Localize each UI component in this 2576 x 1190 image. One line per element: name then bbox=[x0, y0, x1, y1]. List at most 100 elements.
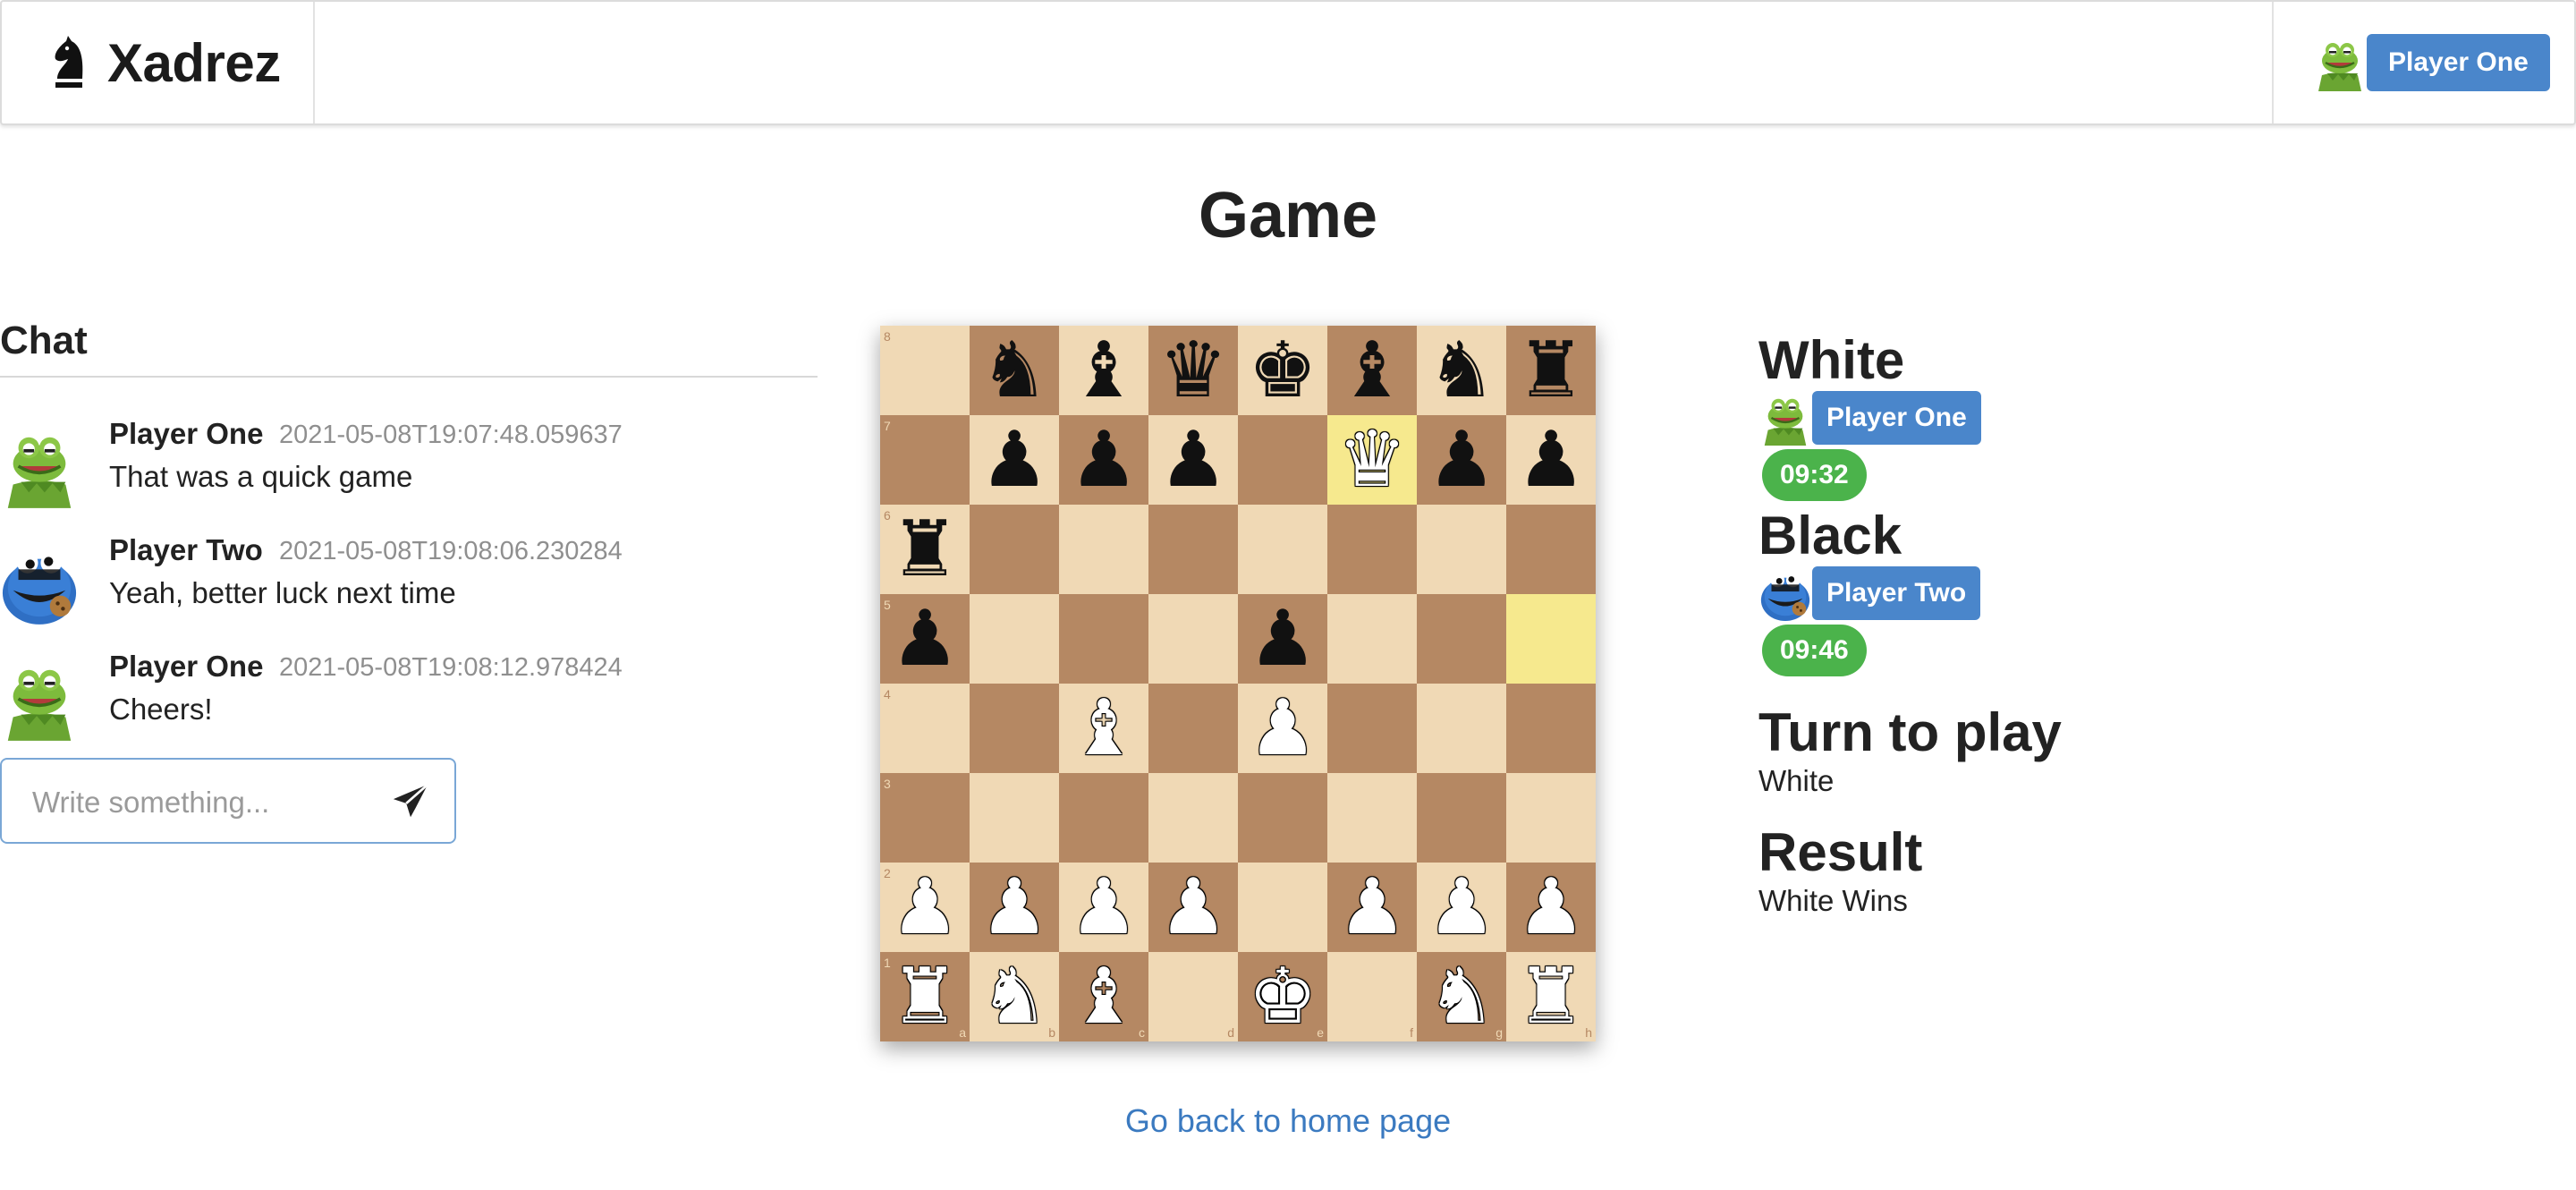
square-b4[interactable] bbox=[970, 684, 1059, 773]
black-pawn-icon[interactable]: ♟ bbox=[1158, 421, 1227, 498]
white-rook-icon[interactable]: ♜ bbox=[1516, 958, 1585, 1035]
square-g8[interactable]: ♞ bbox=[1417, 326, 1506, 415]
square-d5[interactable] bbox=[1148, 594, 1238, 684]
black-king-icon[interactable]: ♚ bbox=[1248, 332, 1317, 409]
white-pawn-icon[interactable]: ♟ bbox=[979, 869, 1048, 946]
square-c6[interactable] bbox=[1059, 505, 1148, 594]
square-e7[interactable] bbox=[1238, 415, 1327, 505]
white-knight-icon[interactable]: ♞ bbox=[979, 958, 1048, 1035]
black-bishop-icon[interactable]: ♝ bbox=[1337, 332, 1406, 409]
white-knight-icon[interactable]: ♞ bbox=[1427, 958, 1496, 1035]
square-b2[interactable]: ♟ bbox=[970, 863, 1059, 952]
black-player-label[interactable]: Player Two bbox=[1812, 566, 1981, 620]
black-pawn-icon[interactable]: ♟ bbox=[890, 600, 959, 677]
square-d3[interactable] bbox=[1148, 773, 1238, 863]
black-pawn-icon[interactable]: ♟ bbox=[979, 421, 1048, 498]
square-g2[interactable]: ♟ bbox=[1417, 863, 1506, 952]
black-bishop-icon[interactable]: ♝ bbox=[1069, 332, 1138, 409]
square-d2[interactable]: ♟ bbox=[1148, 863, 1238, 952]
white-pawn-icon[interactable]: ♟ bbox=[1516, 869, 1585, 946]
white-pawn-icon[interactable]: ♟ bbox=[1248, 690, 1317, 767]
square-f7[interactable]: ♛ bbox=[1327, 415, 1417, 505]
square-a7[interactable]: 7 bbox=[880, 415, 970, 505]
square-b8[interactable]: ♞ bbox=[970, 326, 1059, 415]
square-c8[interactable]: ♝ bbox=[1059, 326, 1148, 415]
square-f5[interactable] bbox=[1327, 594, 1417, 684]
black-pawn-icon[interactable]: ♟ bbox=[1069, 421, 1138, 498]
black-pawn-icon[interactable]: ♟ bbox=[1248, 600, 1317, 677]
square-a4[interactable]: 4 bbox=[880, 684, 970, 773]
square-b6[interactable] bbox=[970, 505, 1059, 594]
home-page-link[interactable]: Go back to home page bbox=[0, 1102, 2576, 1140]
square-a8[interactable]: 8 bbox=[880, 326, 970, 415]
square-e8[interactable]: ♚ bbox=[1238, 326, 1327, 415]
white-bishop-icon[interactable]: ♝ bbox=[1069, 958, 1138, 1035]
navbar-user-button[interactable]: Player One bbox=[2367, 34, 2550, 91]
square-h7[interactable]: ♟ bbox=[1506, 415, 1596, 505]
square-f2[interactable]: ♟ bbox=[1327, 863, 1417, 952]
white-bishop-icon[interactable]: ♝ bbox=[1069, 690, 1138, 767]
square-g1[interactable]: g ♞ bbox=[1417, 952, 1506, 1041]
square-c5[interactable] bbox=[1059, 594, 1148, 684]
square-h5[interactable] bbox=[1506, 594, 1596, 684]
square-c4[interactable]: ♝ bbox=[1059, 684, 1148, 773]
square-f4[interactable] bbox=[1327, 684, 1417, 773]
square-g7[interactable]: ♟ bbox=[1417, 415, 1506, 505]
chess-board[interactable]: 8 ♞ ♝ ♛ ♚ ♝ ♞ ♜ 7 ♟ ♟ ♟ ♛ ♟ ♟ 6 ♜ 5 ♟ ♟ 4 ♝ ♟ 3 2 ♟ ♟ ♟ ♟ ♟ ♟ ♟ 1 a ♜ b ♞ c ♝ d… bbox=[880, 326, 1596, 1041]
black-knight-icon[interactable]: ♞ bbox=[979, 332, 1048, 409]
square-h4[interactable] bbox=[1506, 684, 1596, 773]
black-pawn-icon[interactable]: ♟ bbox=[1516, 421, 1585, 498]
square-c2[interactable]: ♟ bbox=[1059, 863, 1148, 952]
square-g6[interactable] bbox=[1417, 505, 1506, 594]
white-queen-icon[interactable]: ♛ bbox=[1337, 421, 1406, 498]
square-d4[interactable] bbox=[1148, 684, 1238, 773]
square-h2[interactable]: ♟ bbox=[1506, 863, 1596, 952]
square-b7[interactable]: ♟ bbox=[970, 415, 1059, 505]
square-e1[interactable]: e ♚ bbox=[1238, 952, 1327, 1041]
square-h3[interactable] bbox=[1506, 773, 1596, 863]
paper-plane-icon[interactable] bbox=[390, 781, 431, 822]
square-f3[interactable] bbox=[1327, 773, 1417, 863]
square-h6[interactable] bbox=[1506, 505, 1596, 594]
square-e4[interactable]: ♟ bbox=[1238, 684, 1327, 773]
black-rook-icon[interactable]: ♜ bbox=[1516, 332, 1585, 409]
white-player-label[interactable]: Player One bbox=[1812, 391, 1981, 445]
square-d8[interactable]: ♛ bbox=[1148, 326, 1238, 415]
square-h1[interactable]: h ♜ bbox=[1506, 952, 1596, 1041]
square-e3[interactable] bbox=[1238, 773, 1327, 863]
brand-home-link[interactable]: Xadrez bbox=[2, 2, 315, 123]
white-rook-icon[interactable]: ♜ bbox=[890, 958, 959, 1035]
chat-message-input[interactable] bbox=[32, 783, 372, 822]
square-c1[interactable]: c ♝ bbox=[1059, 952, 1148, 1041]
square-b5[interactable] bbox=[970, 594, 1059, 684]
square-e5[interactable]: ♟ bbox=[1238, 594, 1327, 684]
square-g3[interactable] bbox=[1417, 773, 1506, 863]
square-a3[interactable]: 3 bbox=[880, 773, 970, 863]
square-g4[interactable] bbox=[1417, 684, 1506, 773]
square-a2[interactable]: 2 ♟ bbox=[880, 863, 970, 952]
square-g5[interactable] bbox=[1417, 594, 1506, 684]
square-d1[interactable]: d bbox=[1148, 952, 1238, 1041]
white-pawn-icon[interactable]: ♟ bbox=[1069, 869, 1138, 946]
square-a6[interactable]: 6 ♜ bbox=[880, 505, 970, 594]
white-pawn-icon[interactable]: ♟ bbox=[1427, 869, 1496, 946]
square-f1[interactable]: f bbox=[1327, 952, 1417, 1041]
white-pawn-icon[interactable]: ♟ bbox=[890, 869, 959, 946]
square-b3[interactable] bbox=[970, 773, 1059, 863]
square-e6[interactable] bbox=[1238, 505, 1327, 594]
square-c7[interactable]: ♟ bbox=[1059, 415, 1148, 505]
square-f8[interactable]: ♝ bbox=[1327, 326, 1417, 415]
square-a5[interactable]: 5 ♟ bbox=[880, 594, 970, 684]
black-rook-icon[interactable]: ♜ bbox=[890, 511, 959, 588]
square-f6[interactable] bbox=[1327, 505, 1417, 594]
white-pawn-icon[interactable]: ♟ bbox=[1158, 869, 1227, 946]
square-c3[interactable] bbox=[1059, 773, 1148, 863]
white-king-icon[interactable]: ♚ bbox=[1248, 958, 1317, 1035]
square-a1[interactable]: 1 a ♜ bbox=[880, 952, 970, 1041]
black-queen-icon[interactable]: ♛ bbox=[1158, 332, 1227, 409]
square-e2[interactable] bbox=[1238, 863, 1327, 952]
square-h8[interactable]: ♜ bbox=[1506, 326, 1596, 415]
square-d6[interactable] bbox=[1148, 505, 1238, 594]
square-d7[interactable]: ♟ bbox=[1148, 415, 1238, 505]
black-knight-icon[interactable]: ♞ bbox=[1427, 332, 1496, 409]
